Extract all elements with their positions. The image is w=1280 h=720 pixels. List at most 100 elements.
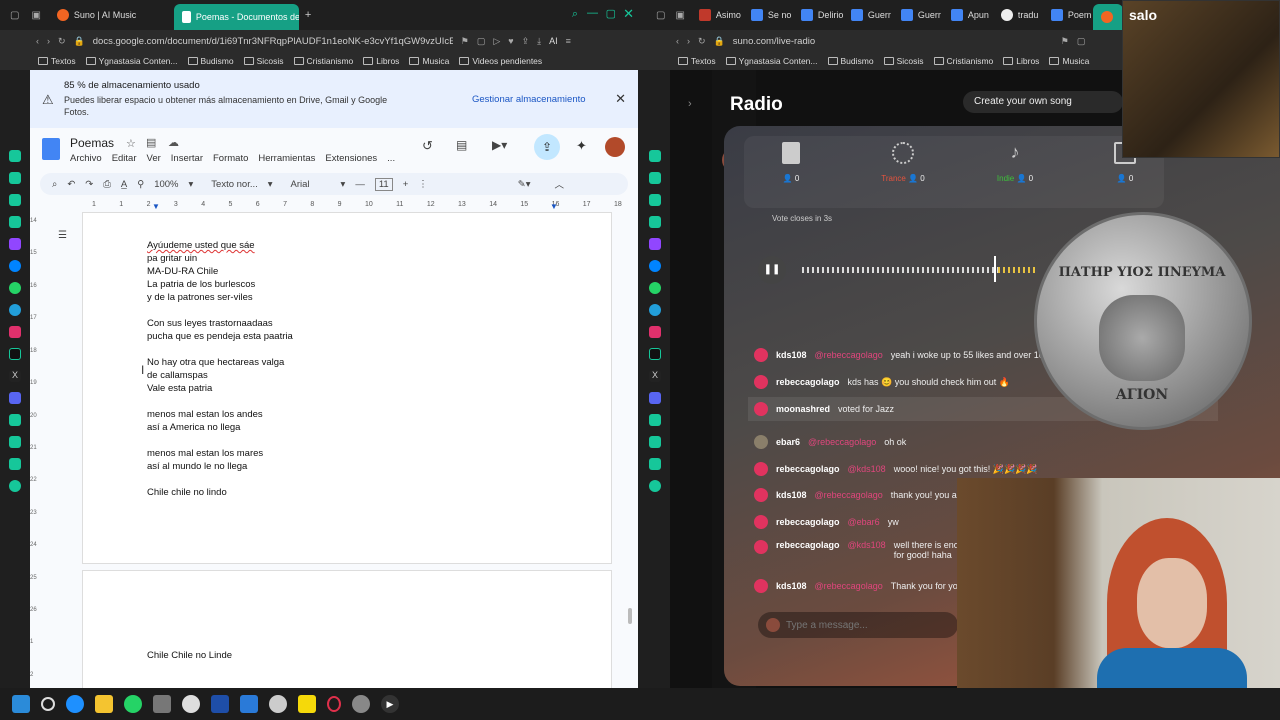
bookmark-libros[interactable]: Libros — [363, 56, 399, 66]
gemini-icon[interactable]: ✦ — [576, 138, 587, 154]
tab-item[interactable]: tradu — [993, 4, 1043, 26]
heart-sidebar-icon[interactable] — [9, 414, 21, 426]
chat-user[interactable]: kds108 — [776, 581, 807, 591]
outline-icon[interactable]: ☰ — [58, 230, 67, 241]
tab-suno-active[interactable] — [1092, 4, 1123, 30]
screenshot-icon[interactable]: ▢ — [477, 36, 486, 47]
vertical-ruler[interactable]: 14 15 16 17 18 19 20 21 22 23 24 25 26 1 2 — [30, 218, 40, 678]
create-song-button[interactable]: Create your own song — [963, 91, 1123, 113]
right-indent-marker-icon[interactable]: ▼ — [550, 202, 558, 211]
powershell-icon[interactable] — [211, 695, 229, 713]
tab-item[interactable]: Se no — [743, 4, 793, 26]
menu-archivo[interactable]: Archivo — [70, 153, 102, 164]
media-player-icon[interactable]: ▶ — [381, 695, 399, 713]
move-folder-icon[interactable]: ▤ — [146, 136, 156, 149]
bookmark-textos[interactable]: Textos — [678, 56, 716, 66]
tab-item[interactable]: Delirio — [793, 4, 843, 26]
search-tabs-icon[interactable]: ⌕ — [572, 8, 578, 21]
sidebar-app-icon[interactable] — [649, 194, 661, 206]
tab-poemas[interactable]: Poemas - Documentos de — [173, 4, 299, 30]
reload-icon[interactable]: ↻ — [698, 36, 706, 47]
chat-user[interactable]: kds108 — [776, 490, 807, 500]
back-icon[interactable]: ‹ — [36, 36, 39, 46]
playhead-marker[interactable] — [994, 256, 996, 282]
tab-search-icon[interactable]: ▢ — [656, 10, 665, 21]
chat-mention[interactable]: @kds108 — [848, 464, 886, 474]
bookmark-ygnastasia[interactable]: Ygnastasia Conten... — [85, 56, 178, 66]
screenshot-icon[interactable]: ▢ — [1077, 36, 1086, 47]
genre-card-indie[interactable]: ♪ Indie 👤 0 — [980, 142, 1050, 183]
sticky-notes-icon[interactable] — [298, 695, 316, 713]
menu-editar[interactable]: Editar — [112, 153, 137, 164]
tab-search-icon[interactable]: ▢ — [10, 10, 19, 21]
print-icon[interactable]: ⎙ — [103, 179, 111, 190]
play-icon[interactable]: ▷ — [493, 36, 500, 47]
decrease-size-icon[interactable]: — — [355, 179, 365, 190]
search-icon[interactable] — [41, 697, 55, 711]
banner-close-icon[interactable]: ✕ — [615, 91, 626, 107]
redo-icon[interactable]: ↷ — [85, 179, 93, 190]
bookmark-musica[interactable]: Musica — [1049, 56, 1089, 66]
bookmark-cristianismo[interactable]: Cristianismo — [293, 56, 353, 66]
whatsapp-icon[interactable] — [649, 282, 661, 294]
tab-item[interactable]: Apun — [943, 4, 993, 26]
back-icon[interactable]: ‹ — [676, 36, 679, 46]
bookmark-videos[interactable]: Videos pendientes — [459, 56, 542, 66]
map-icon[interactable] — [9, 458, 21, 470]
bookmark-icon[interactable]: ⚑ — [1061, 36, 1069, 47]
settings-icon[interactable] — [9, 480, 21, 492]
notes-icon[interactable] — [9, 436, 21, 448]
font-select[interactable]: Arial — [291, 179, 331, 190]
sidebar-ai-icon[interactable] — [9, 172, 21, 184]
new-tab-icon[interactable]: + — [305, 9, 311, 21]
menu-extensiones[interactable]: Extensiones — [325, 153, 377, 164]
horizontal-ruler[interactable]: 1 1 2 3 4 5 6 7 8 9 10 11 12 13 14 15 16 17 18 — [92, 201, 622, 211]
bookmark-cristianismo[interactable]: Cristianismo — [933, 56, 993, 66]
search-menus-icon[interactable]: ⌕ — [52, 179, 57, 190]
chat-mention[interactable]: @ebar6 — [848, 517, 880, 527]
url-field[interactable]: docs.google.com/document/d/1i69Tnr3NFRqp… — [93, 36, 453, 47]
opera-icon[interactable] — [327, 696, 341, 712]
messenger-icon[interactable] — [9, 260, 21, 272]
tab-grid-icon[interactable]: ▣ — [675, 10, 684, 21]
menu-more[interactable]: ... — [387, 153, 395, 164]
tab-item[interactable]: Asimo — [691, 4, 743, 26]
font-size-field[interactable]: 11 — [374, 177, 393, 191]
pause-button[interactable]: ❚❚ — [758, 256, 786, 284]
genre-card-1[interactable]: 👤 0 — [756, 142, 826, 183]
messenger-icon[interactable] — [649, 260, 661, 272]
download-icon[interactable]: ⤓ — [537, 36, 541, 47]
url-field[interactable]: suno.com/live-radio — [733, 36, 1053, 47]
scrollbar-thumb[interactable] — [628, 608, 632, 624]
edge-icon[interactable] — [66, 695, 84, 713]
ai-label[interactable]: AI — [549, 36, 558, 46]
x-icon[interactable]: X — [649, 370, 661, 382]
tiktok-icon[interactable] — [9, 348, 21, 360]
browser-taskbar-icon[interactable] — [269, 695, 287, 713]
chat-user[interactable]: moonashred — [776, 404, 830, 414]
history-icon[interactable]: ↺ — [422, 138, 433, 154]
discord-icon[interactable] — [9, 392, 21, 404]
sidebar-app-icon[interactable] — [649, 216, 661, 228]
edit-mode-icon[interactable]: ✎▾ — [518, 179, 531, 190]
share-icon[interactable]: ⇪ — [522, 36, 530, 47]
file-explorer-icon[interactable] — [95, 695, 113, 713]
minimize-icon[interactable]: — — [587, 7, 598, 19]
sidebar-chatgpt-icon[interactable] — [9, 150, 21, 162]
chat-mention[interactable]: @rebeccagolago — [808, 437, 876, 447]
tiktok-icon[interactable] — [649, 348, 661, 360]
docs-logo-icon[interactable] — [42, 138, 60, 160]
forward-icon[interactable]: › — [47, 36, 50, 46]
star-icon[interactable]: ☆ — [126, 137, 136, 150]
chat-user[interactable]: rebeccagolago — [776, 517, 840, 527]
telegram-icon[interactable] — [9, 304, 21, 316]
tab-suno[interactable]: Suno | AI Music — [49, 4, 174, 26]
reload-icon[interactable]: ↻ — [58, 36, 66, 47]
chat-user[interactable]: ebar6 — [776, 437, 800, 447]
x-icon[interactable]: X — [9, 370, 21, 382]
menu-formato[interactable]: Formato — [213, 153, 248, 164]
bookmark-icon[interactable]: ⚑ — [461, 36, 469, 47]
chat-user[interactable]: rebeccagolago — [776, 377, 840, 387]
chat-mention[interactable]: @rebeccagolago — [815, 581, 883, 591]
sidebar-ai-icon[interactable] — [649, 172, 661, 184]
